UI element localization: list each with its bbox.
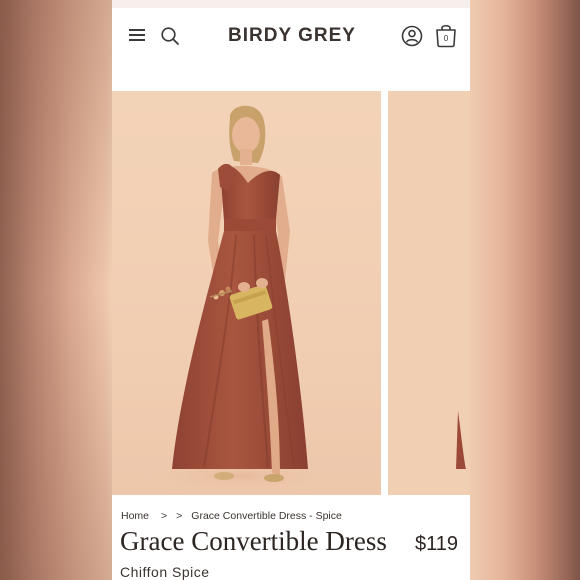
product-photo-next[interactable] xyxy=(388,91,470,495)
next-photo-preview xyxy=(456,411,466,469)
breadcrumb-home[interactable]: Home xyxy=(121,510,149,524)
search-icon[interactable] xyxy=(160,26,180,46)
phone-screen: BIRDY GREY 0 Home > > Grace Convertible … xyxy=(112,0,470,580)
breadcrumb-separator: > xyxy=(161,510,168,522)
product-variant: Chiffon Spice xyxy=(120,564,210,580)
breadcrumb-current[interactable]: Grace Convertible Dress - Spice xyxy=(191,510,342,524)
menu-icon[interactable] xyxy=(129,29,145,41)
site-header: BIRDY GREY 0 xyxy=(112,8,470,64)
background-blur-right xyxy=(470,0,580,580)
product-title: Grace Convertible Dress xyxy=(120,526,387,556)
status-strip xyxy=(112,0,470,8)
product-price: $119 xyxy=(415,533,459,555)
background-blur-left xyxy=(0,0,112,580)
shopping-bag-icon[interactable]: 0 xyxy=(434,22,458,48)
product-photo-main[interactable] xyxy=(112,91,381,495)
breadcrumb-separator: > xyxy=(176,510,183,522)
brand-logo[interactable]: BIRDY GREY xyxy=(212,25,372,47)
product-gallery[interactable] xyxy=(112,91,470,495)
model-illustration xyxy=(130,105,350,494)
account-icon[interactable] xyxy=(401,25,423,47)
cart-count: 0 xyxy=(444,34,449,43)
breadcrumb: Home > > Grace Convertible Dress - Spice xyxy=(121,510,342,524)
